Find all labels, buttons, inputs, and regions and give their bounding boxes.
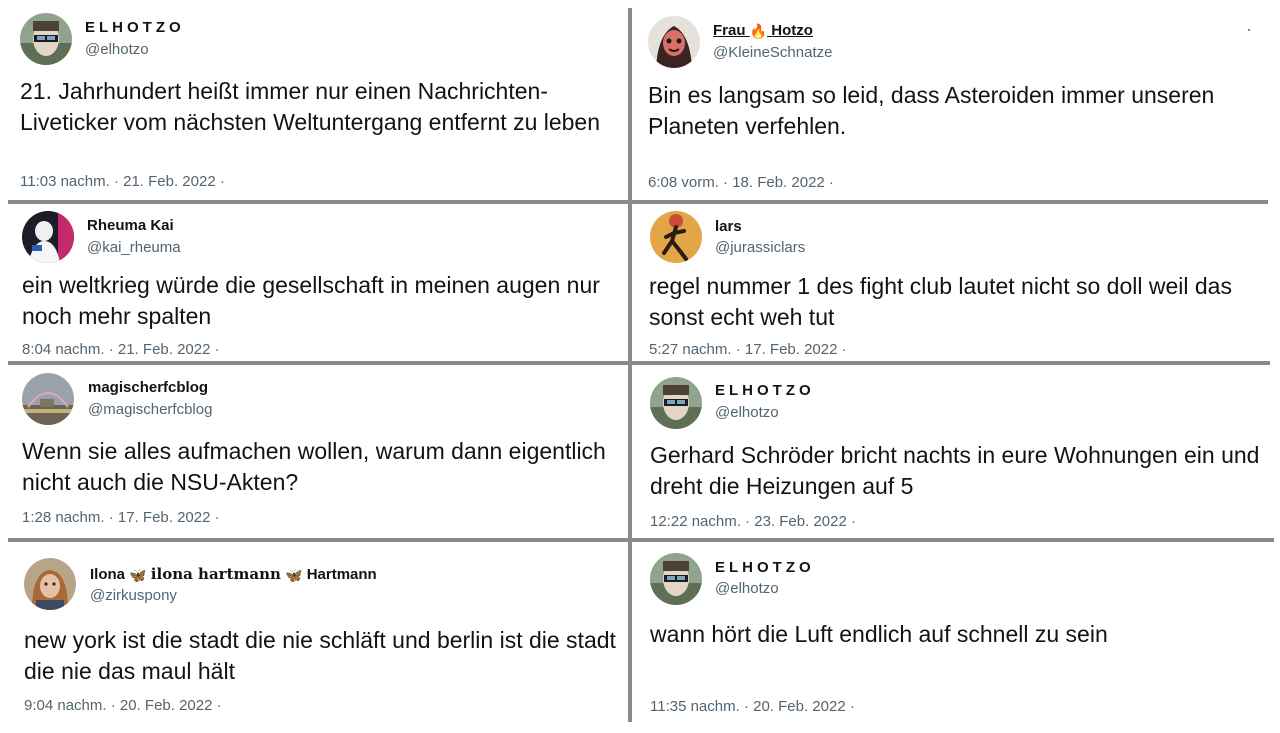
display-name[interactable]: ELHOTZO <box>715 382 815 399</box>
tweet-card[interactable]: ELHOTZO @elhotzo 21. Jahrhundert heißt i… <box>0 0 628 200</box>
display-name[interactable]: Ilona 🦋 ilona hartmann 🦋 Hartmann <box>90 565 377 584</box>
tweet-timestamp[interactable]: 9:04 nachm. · 20. Feb. 2022 · <box>24 697 222 714</box>
dot-mark <box>1248 29 1250 31</box>
tweet-timestamp[interactable]: 11:03 nachm. · 21. Feb. 2022 · <box>20 173 225 190</box>
display-name[interactable]: Frau 🔥 Hotzo <box>713 22 813 40</box>
tweet-timestamp[interactable]: 12:22 nachm. · 23. Feb. 2022 · <box>650 513 856 530</box>
elhotzo-avatar[interactable] <box>20 13 72 65</box>
display-name[interactable]: lars <box>715 218 742 235</box>
user-handle[interactable]: @KleineSchnatze <box>713 44 832 61</box>
tweet-collage: ELHOTZO @elhotzo 21. Jahrhundert heißt i… <box>0 0 1280 733</box>
tweet-text: 21. Jahrhundert heißt immer nur einen Na… <box>20 78 601 135</box>
butterfly-emoji-icon: 🦋 <box>129 566 147 583</box>
display-name-part: Hotzo <box>771 22 813 39</box>
user-handle[interactable]: @elhotzo <box>715 580 779 597</box>
user-handle[interactable]: @zirkuspony <box>90 587 177 604</box>
tweet-timestamp[interactable]: 8:04 nachm. · 21. Feb. 2022 · <box>22 341 220 358</box>
magischerfcblog-avatar[interactable] <box>22 373 74 425</box>
tweet-text: Wenn sie alles aufmachen wollen, warum d… <box>22 438 606 495</box>
butterfly-emoji-icon: 🦋 <box>285 566 303 583</box>
row-divider <box>8 538 1274 542</box>
tweet-text: Gerhard Schröder bricht nachts in eure W… <box>650 442 1260 499</box>
tweet-text: new york ist die stadt die nie schläft u… <box>24 627 616 684</box>
user-handle[interactable]: @jurassiclars <box>715 239 805 256</box>
tweet-timestamp[interactable]: 5:27 nachm. · 17. Feb. 2022 · <box>649 341 847 358</box>
display-name[interactable]: Rheuma Kai <box>87 217 174 234</box>
tweet-card[interactable]: Ilona 🦋 ilona hartmann 🦋 Hartmann @zirku… <box>0 543 628 723</box>
fire-emoji-icon: 🔥 <box>749 22 768 39</box>
user-handle[interactable]: @elhotzo <box>715 404 779 421</box>
kleineschnatze-avatar[interactable] <box>648 16 700 68</box>
user-handle[interactable]: @kai_rheuma <box>87 239 181 256</box>
user-handle[interactable]: @elhotzo <box>85 41 149 58</box>
jurassiclars-avatar[interactable] <box>650 211 702 263</box>
tweet-card[interactable]: ELHOTZO @elhotzo Gerhard Schröder bricht… <box>632 366 1280 537</box>
display-name[interactable]: ELHOTZO <box>715 559 815 576</box>
tweet-text: Bin es langsam so leid, dass Asteroiden … <box>648 82 1215 139</box>
tweet-card[interactable]: Frau 🔥 Hotzo @KleineSchnatze Bin es lang… <box>632 0 1280 199</box>
column-divider <box>628 8 632 722</box>
tweet-text: wann hört die Luft endlich auf schnell z… <box>650 621 1108 647</box>
zirkuspony-avatar[interactable] <box>24 558 76 610</box>
tweet-text: regel nummer 1 des fight club lautet nic… <box>649 273 1232 330</box>
display-name-part: Hartmann <box>306 566 377 583</box>
tweet-text: ein weltkrieg würde die gesellschaft in … <box>22 272 600 329</box>
tweet-card[interactable]: ELHOTZO @elhotzo wann hört die Luft endl… <box>632 543 1280 723</box>
tweet-timestamp[interactable]: 6:08 vorm. · 18. Feb. 2022 · <box>648 174 834 191</box>
elhotzo-avatar[interactable] <box>650 553 702 605</box>
tweet-timestamp[interactable]: 11:35 nachm. · 20. Feb. 2022 · <box>650 698 855 715</box>
elhotzo-avatar[interactable] <box>650 377 702 429</box>
tweet-card[interactable]: magischerfcblog @magischerfcblog Wenn si… <box>0 366 628 537</box>
tweet-card[interactable]: lars @jurassiclars regel nummer 1 des fi… <box>632 204 1280 360</box>
user-handle[interactable]: @magischerfcblog <box>88 401 212 418</box>
rheuma-kai-avatar[interactable] <box>22 211 74 263</box>
display-name[interactable]: magischerfcblog <box>88 379 208 396</box>
tweet-timestamp[interactable]: 1:28 nachm. · 17. Feb. 2022 · <box>22 509 220 526</box>
display-name-part: Frau <box>713 22 746 39</box>
display-name[interactable]: ELHOTZO <box>85 19 185 36</box>
row-divider <box>8 200 1268 204</box>
display-name-part: ilona hartmann <box>150 565 281 583</box>
display-name-part: Ilona <box>90 566 126 583</box>
row-divider <box>8 361 1270 365</box>
tweet-card[interactable]: Rheuma Kai @kai_rheuma ein weltkrieg wür… <box>0 204 628 360</box>
